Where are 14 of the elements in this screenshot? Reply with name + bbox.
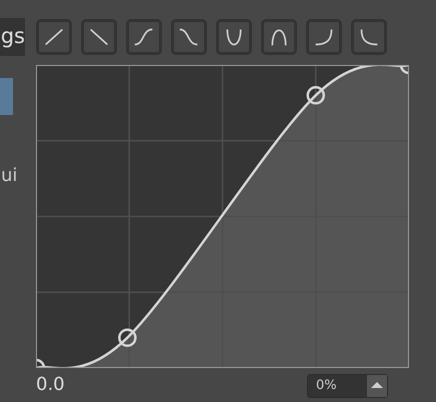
preset-button[interactable] xyxy=(306,19,342,55)
preset-button[interactable] xyxy=(81,19,117,55)
preset-button[interactable] xyxy=(261,19,297,55)
preset-button[interactable] xyxy=(351,19,387,55)
curve-graph[interactable] xyxy=(36,65,409,368)
selected-panel xyxy=(0,78,13,115)
value-label: 0.0 xyxy=(36,374,65,396)
preset-button[interactable] xyxy=(171,19,207,55)
spinbox[interactable]: 0% xyxy=(307,374,388,398)
preset-button[interactable] xyxy=(126,19,162,55)
side-label: ui xyxy=(1,165,18,186)
preset-button[interactable] xyxy=(36,19,72,55)
tab[interactable]: gs xyxy=(0,18,25,56)
preset-button[interactable] xyxy=(216,19,252,55)
